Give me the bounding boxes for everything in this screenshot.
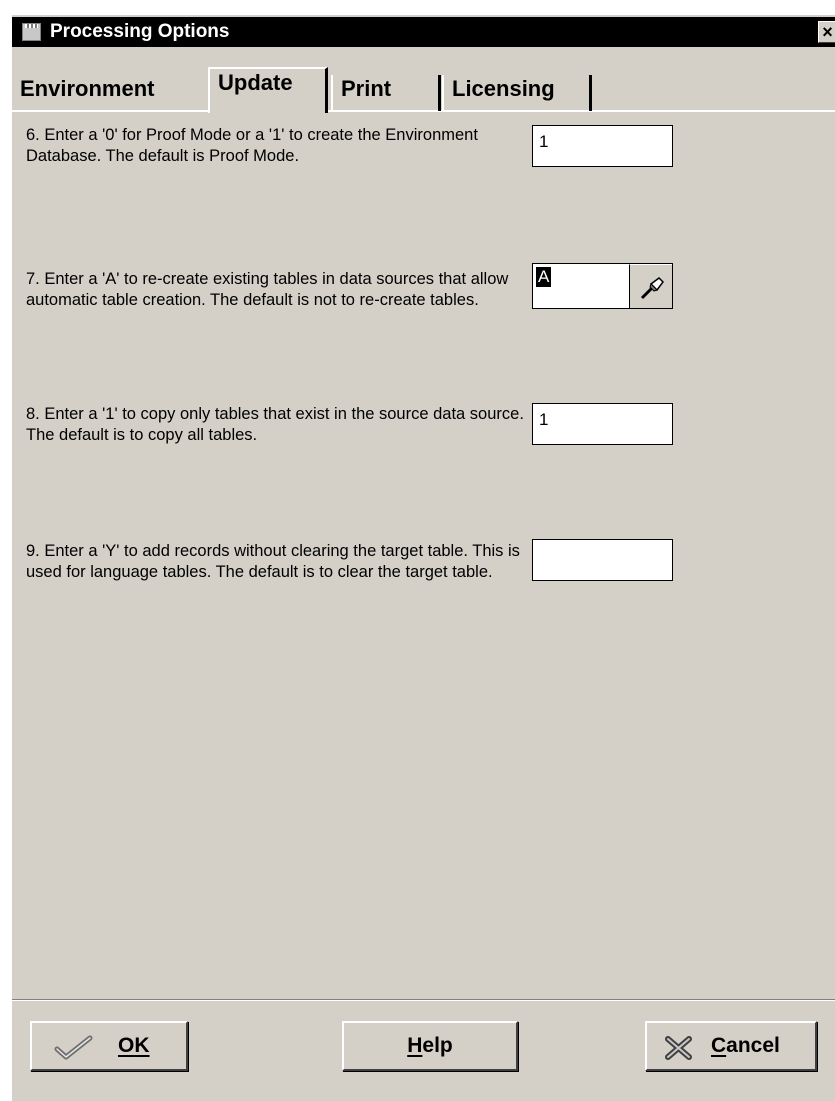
ok-label: OK xyxy=(118,1023,150,1069)
cancel-button[interactable]: Cancel xyxy=(645,1021,817,1071)
ok-label-accelerator: O xyxy=(118,1034,135,1057)
flashlight-icon xyxy=(640,277,664,300)
close-button[interactable]: × xyxy=(818,21,835,43)
checkmark-icon xyxy=(54,1035,93,1060)
option-9-input[interactable] xyxy=(532,539,673,581)
help-label-rest: elp xyxy=(422,1034,453,1057)
tab-print[interactable]: Print xyxy=(331,75,441,111)
processing-options-window: Processing Options × Environment Update … xyxy=(10,14,835,1101)
option-7-description: 7. Enter a 'A' to re-create existing tab… xyxy=(26,270,509,309)
option-6-input[interactable]: 1 xyxy=(532,125,673,167)
cancel-label-rest: ancel xyxy=(726,1034,780,1057)
option-7-value: A xyxy=(536,267,552,287)
title-bar[interactable]: Processing Options × xyxy=(12,17,835,47)
option-6-description: 6. Enter a '0' for Proof Mode or a '1' t… xyxy=(26,126,478,165)
option-7-input[interactable]: A xyxy=(532,263,673,309)
update-tab-panel: 6. Enter a '0' for Proof Mode or a '1' t… xyxy=(12,113,835,943)
tab-licensing[interactable]: Licensing xyxy=(442,75,592,111)
button-bar-divider xyxy=(12,999,835,1001)
tab-environment[interactable]: Environment xyxy=(12,75,208,111)
tab-strip: Environment Update Print Licensing xyxy=(12,47,835,113)
tab-update-label: Update xyxy=(218,70,293,95)
ok-label-rest: K xyxy=(134,1034,150,1057)
option-9-description: 9. Enter a 'Y' to add records without cl… xyxy=(26,542,520,581)
visual-assist-button[interactable] xyxy=(629,264,672,308)
cancel-x-icon xyxy=(665,1036,692,1060)
option-8-description: 8. Enter a '1' to copy only tables that … xyxy=(26,405,524,444)
cancel-label: Cancel xyxy=(711,1023,780,1069)
help-button[interactable]: Help xyxy=(342,1021,518,1071)
cancel-label-accelerator: C xyxy=(711,1034,727,1057)
window-icon xyxy=(22,23,41,41)
ok-button[interactable]: OK xyxy=(30,1021,188,1071)
tab-update[interactable]: Update xyxy=(208,67,328,113)
help-label-accelerator: H xyxy=(407,1034,423,1057)
option-8-input[interactable]: 1 xyxy=(532,403,673,445)
window-title: Processing Options xyxy=(50,21,230,42)
